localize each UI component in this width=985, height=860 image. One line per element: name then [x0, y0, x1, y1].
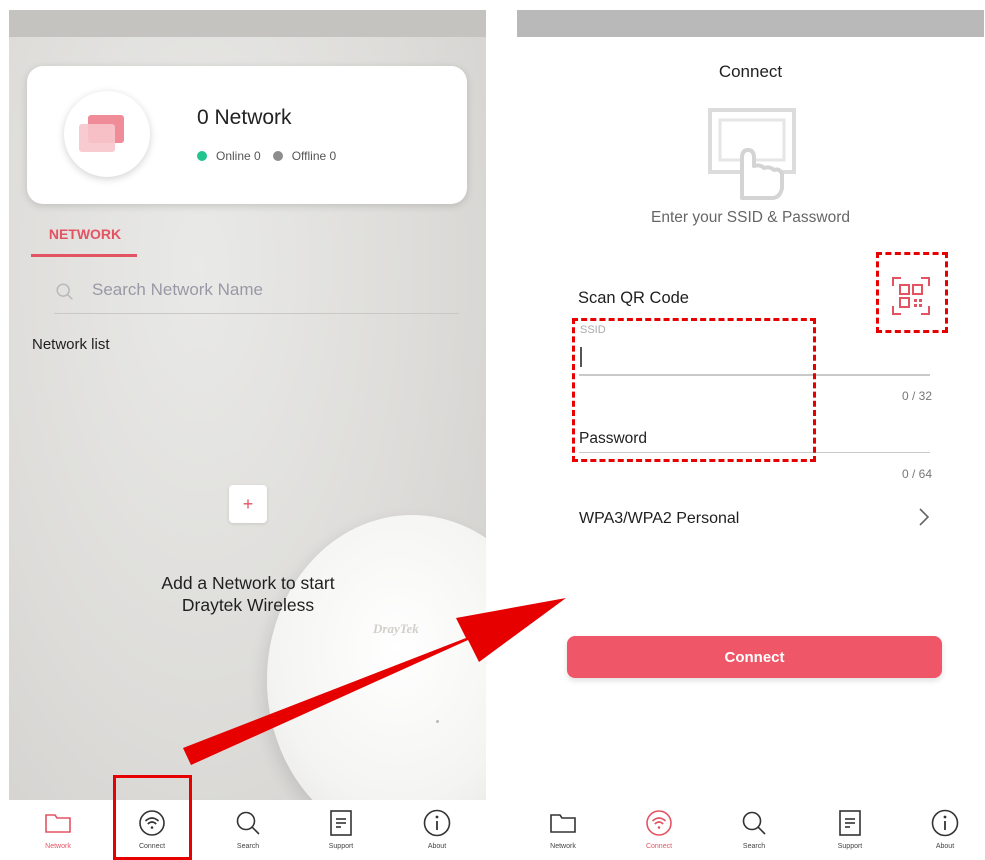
nav-label: Network [45, 843, 71, 850]
nav-label: Network [550, 843, 576, 850]
nav-label: Support [328, 843, 354, 850]
nav-network[interactable]: Network [533, 808, 593, 850]
tap-hand-icon [708, 108, 796, 200]
nav-label: Search [742, 843, 766, 850]
page-title: Connect [718, 62, 783, 81]
add-network-button[interactable]: + [229, 485, 267, 523]
bottom-nav: Network Connect Search Support About [9, 800, 486, 860]
nav-support[interactable]: Support [820, 808, 880, 850]
network-avatar [64, 91, 150, 177]
chevron-right-icon[interactable] [917, 506, 931, 528]
search-icon [742, 811, 766, 835]
empty-state-line: Draytek Wireless [181, 595, 315, 615]
network-list-heading: Network list [32, 336, 110, 353]
connect-button[interactable]: Connect [567, 636, 942, 678]
nav-label: Search [236, 843, 260, 850]
info-icon [931, 809, 959, 837]
credentials-highlight-box [572, 318, 816, 462]
wifi-icon [646, 810, 672, 836]
qr-highlight-box [876, 252, 948, 333]
nav-about[interactable]: About [407, 808, 467, 850]
document-icon [839, 810, 861, 836]
device-brand-logo: DrayTek [373, 621, 419, 636]
online-dot-icon [197, 151, 207, 161]
search-network-input[interactable]: Search Network Name [54, 276, 459, 314]
nav-label: About [935, 843, 955, 850]
status-bar [9, 10, 486, 37]
tab-active-indicator [31, 254, 137, 257]
router-led [436, 720, 439, 723]
online-count: Online 0 [216, 149, 261, 163]
nav-search[interactable]: Search [218, 808, 278, 850]
ssid-char-counter: 0 / 32 [901, 389, 932, 403]
nav-connect[interactable]: Connect [629, 808, 689, 850]
network-status-row: Online 0 Offline 0 [197, 149, 336, 163]
folder-icon [550, 814, 576, 833]
nav-network[interactable]: Network [28, 808, 88, 850]
tab-network[interactable]: NETWORK [33, 226, 137, 242]
scan-qr-label: Scan QR Code [578, 289, 689, 307]
security-type-select[interactable]: WPA3/WPA2 Personal [579, 510, 739, 528]
nav-label: Connect [645, 843, 673, 850]
nav-search[interactable]: Search [724, 808, 784, 850]
router-device-image [267, 515, 486, 845]
instruction-text: Enter your SSID & Password [651, 209, 850, 226]
document-icon [330, 810, 352, 836]
nav-support[interactable]: Support [311, 808, 371, 850]
folder-icon [45, 814, 71, 833]
offline-count: Offline 0 [291, 149, 337, 163]
search-icon [236, 811, 260, 835]
nav-label: About [427, 843, 447, 850]
connect-tab-highlight-box [113, 775, 192, 860]
empty-state-message: Add a Network to start Draytek Wireless [128, 572, 368, 616]
network-summary-card: 0 Network Online 0 Offline 0 [27, 66, 467, 204]
info-icon [423, 809, 451, 837]
password-char-counter: 0 / 64 [901, 467, 932, 481]
status-bar [517, 10, 984, 37]
network-screen: DrayTek 0 Network Online 0 Offline 0 NET… [9, 10, 486, 860]
network-count-title: 0 Network [197, 106, 292, 129]
bottom-nav: Network Connect Search Support About [517, 800, 984, 860]
network-stack-icon-front [79, 124, 115, 152]
nav-label: Support [837, 843, 863, 850]
nav-about[interactable]: About [915, 808, 975, 850]
offline-dot-icon [272, 151, 283, 161]
search-icon [56, 283, 73, 300]
empty-state-line: Add a Network to start [161, 573, 335, 593]
search-placeholder: Search Network Name [92, 280, 264, 299]
